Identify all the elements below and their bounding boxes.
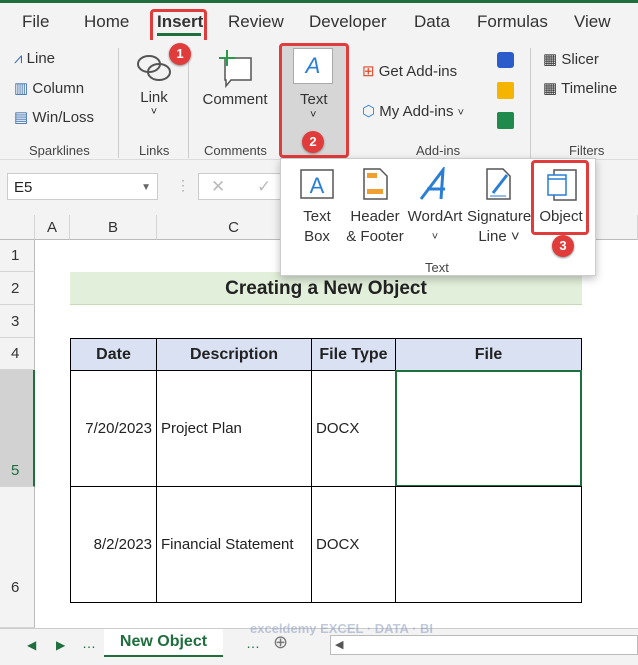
tab-review[interactable]: Review: [228, 12, 284, 32]
row-header-6[interactable]: 6: [0, 487, 35, 628]
sheet-tab-new-object[interactable]: New Object: [104, 629, 223, 657]
dropdown-icon: ▼: [141, 182, 151, 193]
comment-button[interactable]: Comment: [200, 48, 270, 108]
select-all-button[interactable]: [0, 215, 35, 240]
scroll-left-icon[interactable]: ◀: [27, 638, 36, 652]
get-addins-button[interactable]: ⊞ Get Add-ins: [362, 62, 457, 80]
row-header-3[interactable]: 3: [0, 305, 35, 338]
column-sparkline-icon: ▥: [14, 80, 29, 97]
row-header-5[interactable]: 5: [0, 370, 35, 487]
wordart-icon: [419, 167, 445, 200]
line-sparkline-icon: ⩘: [14, 50, 23, 67]
tab-home[interactable]: Home: [84, 12, 129, 32]
cell-date[interactable]: 8/2/2023: [70, 486, 157, 603]
addins-grid-icon: ⊞: [362, 63, 375, 80]
chevron-down-icon: ˅: [150, 106, 158, 118]
people-graph-icon[interactable]: [497, 112, 514, 129]
cancel-icon[interactable]: ✕: [211, 177, 225, 197]
cell-file-selected[interactable]: [395, 370, 582, 487]
slicer-button[interactable]: ▦ Slicer: [543, 50, 599, 68]
tab-data[interactable]: Data: [414, 12, 450, 32]
step-badge-1: 1: [169, 43, 191, 65]
step-badge-3: 3: [552, 235, 574, 257]
cell-file-type[interactable]: DOCX: [311, 370, 396, 487]
link-button[interactable]: Link ˅: [132, 50, 176, 118]
scroll-right-icon[interactable]: ▶: [56, 638, 65, 652]
step-badge-2: 2: [302, 131, 324, 153]
group-label-comments: Comments: [204, 143, 267, 158]
sparkline-column-button[interactable]: ▥ Column: [14, 79, 84, 97]
header-file-type: File Type: [311, 338, 396, 371]
cell-file-type[interactable]: DOCX: [311, 486, 396, 603]
cell-file[interactable]: [395, 486, 582, 603]
winloss-sparkline-icon: ▤: [14, 109, 29, 126]
divider: [118, 48, 119, 158]
cell-date[interactable]: 7/20/2023: [70, 370, 157, 487]
name-box[interactable]: E5 ▼: [7, 173, 158, 200]
signature-line-icon: [486, 168, 511, 200]
bing-icon[interactable]: [497, 82, 514, 99]
row-header-1[interactable]: 1: [0, 240, 35, 272]
sheet-title: Creating a New Object: [70, 272, 582, 305]
sparkline-line-button[interactable]: ⩘ Line: [14, 50, 55, 67]
comment-icon: [219, 50, 252, 89]
scroll-left-arrow-icon[interactable]: ◀: [335, 638, 343, 651]
wordart-item[interactable]: WordArt ˅: [407, 167, 463, 247]
group-label-filters: Filters: [569, 143, 605, 158]
hexagon-icon: ⬡: [362, 103, 376, 120]
my-addins-button[interactable]: ⬡ My Add-ins ˅: [362, 102, 464, 120]
group-label-addins: Add-ins: [416, 143, 461, 158]
tab-developer[interactable]: Developer: [309, 12, 387, 32]
text-box-item[interactable]: A Text Box: [295, 167, 339, 247]
link-icon: [137, 55, 171, 81]
divider: [530, 48, 531, 158]
header-description: Description: [156, 338, 312, 371]
more-sheets-icon[interactable]: …: [246, 635, 260, 651]
horizontal-scrollbar[interactable]: ◀: [330, 635, 638, 655]
watermark-logo: exceldemy EXCEL · DATA · BI: [250, 621, 434, 636]
header-file: File: [395, 338, 582, 371]
chevron-down-icon: ˅: [457, 107, 465, 119]
timeline-button[interactable]: ▦ Timeline: [543, 79, 617, 97]
tab-formulas[interactable]: Formulas: [477, 12, 548, 32]
row-header-2[interactable]: 2: [0, 272, 35, 305]
ribbon-tabs: File Home Insert Review Developer Data F…: [0, 3, 638, 47]
tab-file[interactable]: File: [22, 12, 49, 32]
popup-group-label: Text: [425, 260, 449, 275]
more-sheets-icon[interactable]: …: [82, 635, 96, 651]
group-label-links: Links: [139, 143, 170, 158]
text-box-icon: A: [300, 169, 334, 199]
slicer-icon: ▦: [543, 51, 558, 68]
row-header-4[interactable]: 4: [0, 338, 35, 370]
header-date: Date: [70, 338, 157, 371]
tab-view[interactable]: View: [574, 12, 611, 32]
cell-description[interactable]: Project Plan: [156, 370, 312, 487]
svg-text:A: A: [310, 173, 325, 198]
timeline-icon: ▦: [543, 80, 558, 97]
object-highlight: [531, 160, 589, 235]
signature-line-item[interactable]: Signature Line ˅: [467, 167, 531, 247]
enter-icon[interactable]: ✓: [257, 177, 271, 197]
cell-description[interactable]: Financial Statement: [156, 486, 312, 603]
divider: [188, 48, 189, 158]
group-label-sparklines: Sparklines: [29, 143, 90, 158]
sparkline-winloss-button[interactable]: ▤ Win/Loss: [14, 108, 94, 126]
worksheet: A B C 1 2 3 4 5 6 Creating a New Object …: [0, 215, 638, 628]
header-footer-icon: [363, 168, 388, 200]
column-header-b[interactable]: B: [70, 215, 157, 240]
column-header-a[interactable]: A: [35, 215, 70, 240]
visio-icon[interactable]: [497, 52, 514, 68]
sheet-tab-bar: ◀ ▶ … New Object … ⊕ exceldemy EXCEL · D…: [0, 621, 638, 665]
header-footer-item[interactable]: Header & Footer: [345, 167, 405, 247]
drag-handle-icon: ⋮: [176, 177, 190, 193]
